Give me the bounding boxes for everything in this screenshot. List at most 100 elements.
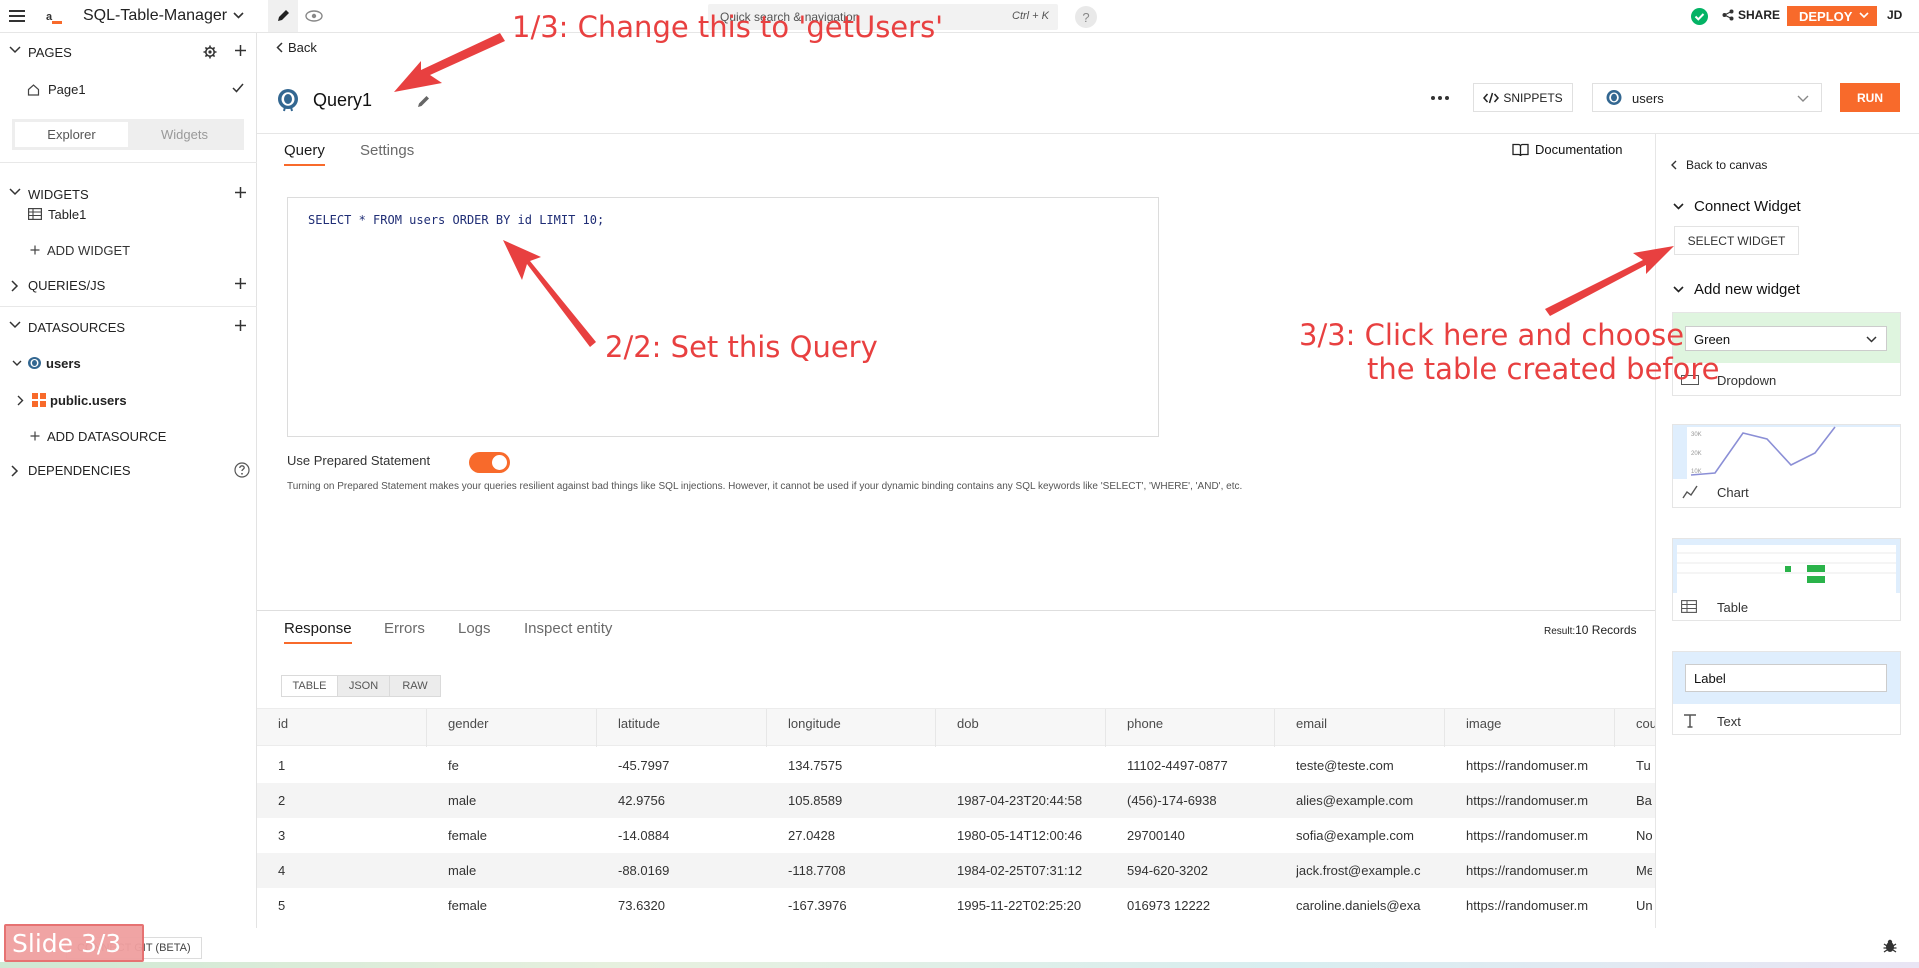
table-row[interactable]: 3 female -14.0884 27.0428 1980-05-14T12:00:4…	[257, 818, 1655, 853]
explorer-sidebar: PAGES Page1 Explorer Widgets WIDGETS Tab…	[0, 33, 257, 928]
add-new-widget-header[interactable]: Add new widget	[1673, 281, 1800, 298]
select-widget-button[interactable]: SELECT WIDGET	[1674, 226, 1799, 255]
prepared-statement-toggle[interactable]	[469, 452, 510, 473]
share-button[interactable]: SHARE	[1722, 8, 1780, 22]
app-name[interactable]: SQL-Table-Manager	[83, 7, 227, 25]
postgres-icon	[1606, 90, 1622, 105]
sql-editor[interactable]: SELECT * FROM users ORDER BY id LIMIT 10…	[287, 197, 1159, 437]
connect-widget-header[interactable]: Connect Widget	[1673, 198, 1801, 215]
tab-logs[interactable]: Logs	[458, 620, 491, 637]
public-users-label: public.users	[50, 392, 127, 408]
help-circle-icon[interactable]	[234, 462, 250, 478]
edit-mode-button[interactable]	[268, 0, 298, 32]
column-header[interactable]: dob	[936, 709, 1106, 747]
widgets-tab[interactable]: Widgets	[128, 122, 241, 147]
snippets-button[interactable]: SNIPPETS	[1473, 83, 1573, 112]
table-row[interactable]: 1 fe -45.7997 134.7575 11102-4497-0877 teste@…	[257, 748, 1655, 783]
user-avatar[interactable]: JD	[1887, 8, 1902, 22]
column-header[interactable]: phone	[1106, 709, 1275, 747]
table-icon	[32, 393, 46, 407]
widgets-title: WIDGETS	[28, 186, 89, 202]
tab-query[interactable]: Query	[284, 142, 325, 166]
check-icon	[232, 83, 244, 93]
gear-icon[interactable]	[203, 45, 217, 59]
help-button[interactable]: ?	[1075, 6, 1097, 28]
bug-icon[interactable]	[1882, 938, 1898, 954]
explorer-tab[interactable]: Explorer	[15, 122, 128, 147]
result-value: 10 Records	[1575, 623, 1637, 637]
pages-section-header[interactable]: PAGES	[0, 34, 257, 70]
table-row[interactable]: 4 male -88.0169 -118.7708 1984-02-25T07:31:1…	[257, 853, 1655, 888]
queries-section-header[interactable]: QUERIES/JS	[0, 267, 257, 303]
column-header[interactable]: cou	[1615, 709, 1655, 747]
query-name[interactable]: Query1	[313, 90, 372, 111]
dependencies-section-header[interactable]: DEPENDENCIES	[0, 452, 257, 488]
menu-icon[interactable]	[6, 6, 28, 26]
table-cell: 73.6320	[618, 898, 665, 913]
view-tab-raw[interactable]: RAW	[390, 676, 440, 696]
view-tab-json[interactable]: JSON	[338, 676, 390, 696]
app-logo[interactable]: a_	[46, 7, 66, 27]
annotation-step-1: 1/3: Change this to 'getUsers'	[512, 10, 944, 44]
table-item-public-users[interactable]: public.users	[17, 389, 127, 411]
table-row[interactable]: 5 female 73.6320 -167.3976 1995-11-22T02:25:…	[257, 888, 1655, 923]
column-header[interactable]: email	[1275, 709, 1445, 747]
dropdown-card-label: Dropdown	[1717, 373, 1777, 388]
chevron-down-icon	[9, 321, 21, 329]
documentation-link[interactable]: Documentation	[1512, 142, 1622, 157]
column-header[interactable]: id	[257, 709, 427, 747]
deploy-button[interactable]: DEPLOY	[1787, 6, 1877, 26]
tab-errors[interactable]: Errors	[384, 620, 425, 637]
table-cell: 1980-05-14T12:00:46	[957, 828, 1083, 843]
text-card-label: Text	[1717, 714, 1741, 729]
datasource-select[interactable]: users	[1592, 83, 1822, 112]
datasources-section-header[interactable]: DATASOURCES	[0, 309, 257, 345]
more-options-icon[interactable]	[1430, 95, 1450, 101]
chevron-right-icon	[17, 395, 24, 405]
dropdown-preview-value: Green	[1694, 332, 1731, 347]
add-query-icon[interactable]	[234, 277, 247, 290]
plus-icon	[30, 245, 40, 255]
plus-icon	[30, 431, 40, 441]
widget-item-table1[interactable]: Table1	[28, 203, 86, 225]
text-icon	[1684, 714, 1696, 728]
widget-card-table[interactable]: Table	[1672, 538, 1901, 621]
page-item-page1[interactable]: Page1	[27, 78, 252, 100]
table-cell: No	[1636, 828, 1652, 843]
add-widget-label: ADD WIDGET	[47, 242, 131, 258]
add-datasource-icon[interactable]	[234, 319, 247, 332]
run-button[interactable]: RUN	[1840, 83, 1900, 112]
view-mode-button[interactable]	[302, 6, 326, 26]
column-header[interactable]: latitude	[597, 709, 767, 747]
column-header[interactable]: longitude	[767, 709, 936, 747]
chevron-right-icon	[11, 280, 19, 292]
add-widget-icon[interactable]	[234, 186, 247, 199]
add-page-icon[interactable]	[234, 44, 247, 57]
back-link[interactable]: Back	[276, 40, 317, 55]
table-cell: https://randomuser.m	[1466, 863, 1589, 878]
table-cell: 1995-11-22T02:25:20	[957, 898, 1082, 913]
tab-response[interactable]: Response	[284, 620, 352, 644]
postgres-icon	[278, 89, 298, 112]
view-tab-table[interactable]: TABLE	[282, 676, 338, 696]
table-cell: -88.0169	[618, 863, 670, 878]
chevron-down-icon	[1673, 203, 1684, 210]
column-header[interactable]: gender	[427, 709, 597, 747]
select-widget-label: SELECT WIDGET	[1687, 234, 1786, 248]
table-row[interactable]: 2 male 42.9756 105.8589 1987-04-23T20:44:58 (…	[257, 783, 1655, 818]
chevron-down-icon[interactable]	[233, 12, 244, 19]
tab-settings[interactable]: Settings	[360, 142, 414, 159]
book-icon	[1512, 143, 1529, 156]
add-datasource-link[interactable]: ADD DATASOURCE	[30, 425, 166, 447]
rename-pencil-icon[interactable]	[416, 94, 431, 109]
widget-card-text[interactable]: Label Text	[1672, 651, 1901, 735]
datasource-item-users[interactable]: users	[12, 352, 81, 374]
back-to-canvas-link[interactable]: Back to canvas	[1671, 158, 1767, 172]
chevron-left-icon	[1671, 160, 1677, 170]
explorer-widgets-toggle: Explorer Widgets	[12, 119, 244, 150]
chevron-down-icon	[9, 188, 21, 196]
tab-inspect-entity[interactable]: Inspect entity	[524, 620, 612, 637]
widget-card-chart[interactable]: 30K 20K 10K Chart	[1672, 424, 1901, 508]
column-header[interactable]: image	[1445, 709, 1615, 747]
add-widget-link[interactable]: ADD WIDGET	[30, 239, 130, 261]
